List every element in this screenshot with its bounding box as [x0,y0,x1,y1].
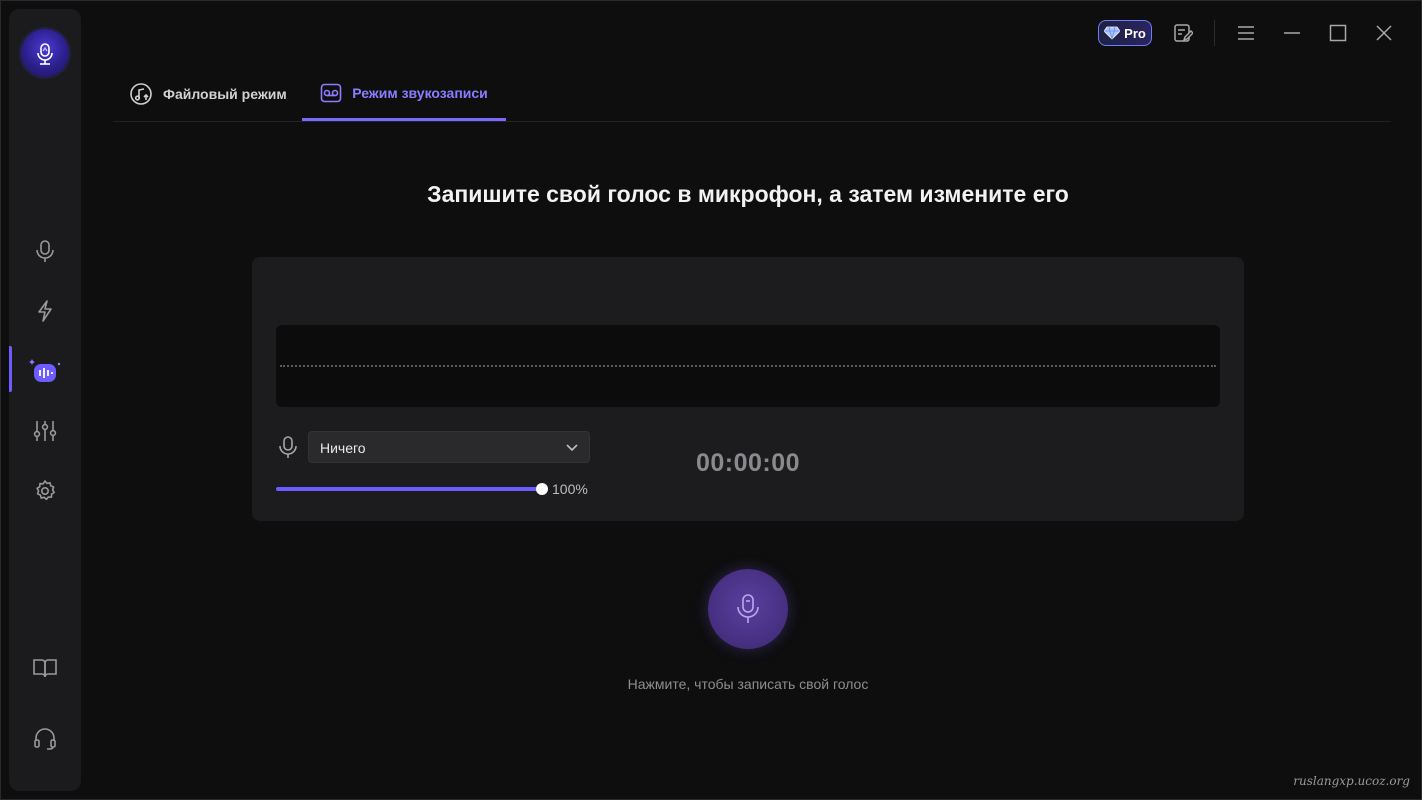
recording-timer: 00:00:00 [695,449,801,477]
logo-mic-icon [37,43,53,65]
sidebar-item-equalizer[interactable] [25,411,65,451]
input-mic-icon-wrap [278,435,298,459]
tab-file-mode-label: Файловый режим [163,85,287,102]
sidebar-item-settings[interactable] [25,471,65,511]
sidebar-item-guide[interactable] [25,648,65,688]
diamond-icon [1104,26,1121,40]
sidebar-item-quick[interactable] [25,291,65,331]
tab-recording-mode[interactable]: Режим звукозаписи [302,67,506,121]
file-music-icon [130,82,152,105]
volume-slider[interactable] [276,483,548,495]
app-logo [21,29,69,77]
voicemail-icon [320,83,342,102]
hamburger-menu-icon [1238,26,1254,40]
sidebar [9,9,81,791]
settings-icon [36,480,55,501]
recording-panel: Ничего 100% 00:00:00 [252,257,1244,521]
close-icon [1376,25,1392,41]
feedback-button[interactable] [1171,19,1195,47]
close-button[interactable] [1372,19,1396,47]
lightning-icon [38,300,52,322]
volume-value: 100% [552,481,588,497]
maximize-button[interactable] [1326,19,1350,47]
menu-button[interactable] [1234,19,1258,47]
pro-button[interactable]: Pro [1098,20,1152,46]
minimize-button[interactable] [1280,19,1304,47]
minimize-icon [1284,32,1300,34]
maximize-icon [1329,24,1347,42]
pro-label: Pro [1124,25,1146,41]
app-window: Pro Файловый режим Режим звукозаписи Зап… [0,0,1422,800]
voice-effects-icon [29,359,61,382]
waveform-display [276,325,1220,407]
sidebar-item-voice-effects[interactable] [25,351,65,391]
volume-slider-fill [276,487,542,491]
tab-recording-mode-label: Режим звукозаписи [352,84,488,101]
volume-slider-thumb[interactable] [536,483,548,495]
titlebar-separator [1214,20,1215,46]
sidebar-item-support[interactable] [25,718,65,758]
microphone-icon [279,436,297,458]
microphone-icon [36,240,54,262]
edit-notes-icon [1174,24,1193,42]
microphone-select-value: Ничего [320,440,366,456]
sidebar-item-voice-changer[interactable] [25,231,65,271]
watermark: ruslangxp.ucoz.org [1293,774,1410,788]
mode-tabs: Файловый режим Режим звукозаписи [113,67,1391,122]
record-hint: Нажмите, чтобы записать свой голос [627,676,869,692]
headset-icon [34,728,56,750]
book-icon [33,659,57,678]
record-button[interactable] [708,569,788,649]
tab-file-mode[interactable]: Файловый режим [129,67,287,120]
page-title: Запишите свой голос в микрофон, а затем … [427,181,1069,207]
sidebar-active-indicator [9,346,12,392]
microphone-select[interactable]: Ничего [308,431,590,463]
equalizer-icon [33,421,57,441]
waveform-baseline [280,365,1216,367]
microphone-icon [737,594,759,623]
chevron-down-icon [565,441,579,460]
